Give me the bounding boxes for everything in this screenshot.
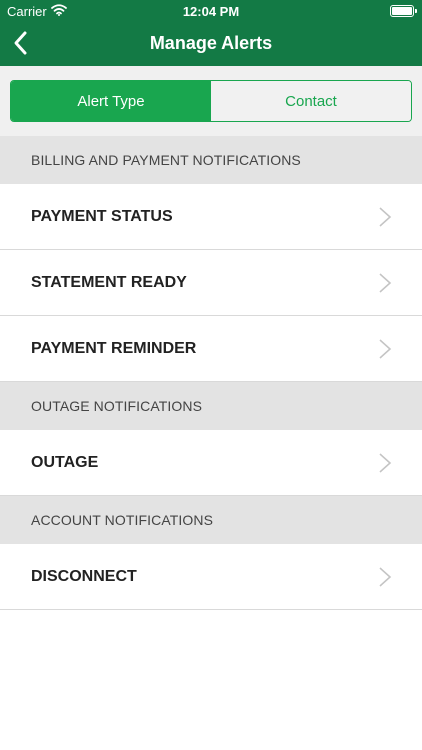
- top-bar: Carrier 12:04 PM Manage Alerts: [0, 0, 422, 66]
- tab-alert-type[interactable]: Alert Type: [11, 81, 211, 121]
- list-item-outage[interactable]: OUTAGE: [0, 430, 422, 496]
- list-item-label: DISCONNECT: [31, 567, 137, 585]
- nav-bar: Manage Alerts: [0, 22, 422, 66]
- chevron-right-icon: [379, 273, 392, 293]
- page-title: Manage Alerts: [149, 33, 273, 53]
- chevron-right-icon: [379, 339, 392, 359]
- section-header-outage: OUTAGE NOTIFICATIONS: [0, 382, 422, 430]
- list-item-label: OUTAGE: [31, 453, 99, 471]
- section-header-billing: BILLING AND PAYMENT NOTIFICATIONS: [0, 136, 422, 184]
- chevron-right-icon: [379, 453, 392, 473]
- clock: 12:04 PM: [182, 4, 240, 19]
- battery-icon: [390, 5, 417, 17]
- chevron-right-icon: [379, 567, 392, 587]
- chevron-right-icon: [379, 207, 392, 227]
- list-item-payment-reminder[interactable]: PAYMENT REMINDER: [0, 316, 422, 382]
- tab-contact[interactable]: Contact: [211, 81, 411, 121]
- list-item-label: PAYMENT STATUS: [31, 207, 173, 225]
- status-bar: Carrier 12:04 PM: [0, 0, 422, 22]
- list-item-label: PAYMENT REMINDER: [31, 339, 197, 357]
- list-item-statement-ready[interactable]: STATEMENT READY: [0, 250, 422, 316]
- list-item-payment-status[interactable]: PAYMENT STATUS: [0, 184, 422, 250]
- alerts-list: BILLING AND PAYMENT NOTIFICATIONS PAYMEN…: [0, 136, 422, 610]
- segment-bar: Alert Type Contact: [0, 66, 422, 136]
- segmented-control: Alert Type Contact: [10, 80, 412, 122]
- list-item-label: STATEMENT READY: [31, 273, 187, 291]
- section-header-account: ACCOUNT NOTIFICATIONS: [0, 496, 422, 544]
- list-item-disconnect[interactable]: DISCONNECT: [0, 544, 422, 610]
